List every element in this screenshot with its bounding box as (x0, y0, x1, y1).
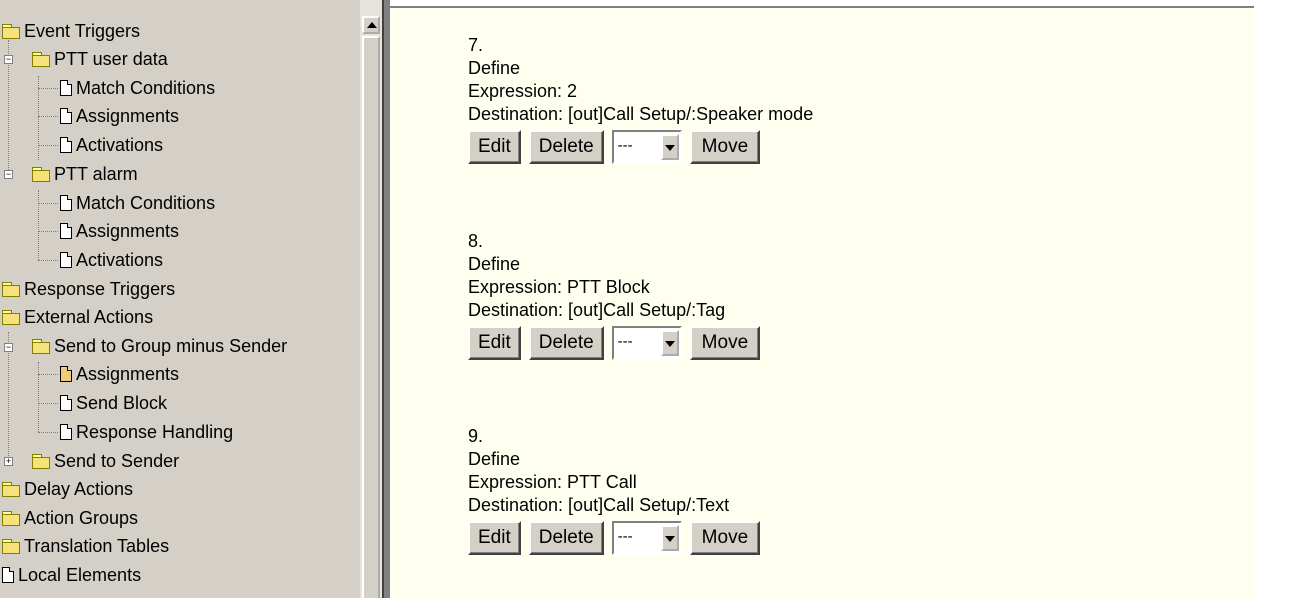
page-icon (60, 223, 72, 239)
entry-type: Define (468, 58, 521, 78)
page-icon (60, 137, 72, 153)
tree-item-assignments-selected[interactable]: Assignments (60, 360, 179, 388)
collapse-toggle-ptt-alarm[interactable]: − (4, 170, 13, 179)
dropdown-arrow-icon[interactable] (660, 134, 679, 160)
assignment-entry: 7. Define Expression: 2 Destination: [ou… (468, 34, 1068, 164)
tree-item-match-conditions[interactable]: Match Conditions (60, 189, 215, 217)
page-icon (60, 424, 72, 440)
page-icon (60, 108, 72, 124)
scroll-thumb[interactable] (362, 36, 380, 598)
entry-number: 7. (468, 35, 484, 55)
folder-icon (32, 339, 50, 354)
edit-button[interactable]: Edit (468, 130, 521, 164)
position-select-value: --- (617, 137, 633, 154)
delete-button[interactable]: Delete (528, 521, 604, 555)
entry-destination: Destination: [out]Call Setup/:Text (468, 495, 730, 515)
tree-item-send-to-group-minus-sender[interactable]: Send to Group minus Sender (32, 332, 287, 360)
tree-item-response-handling[interactable]: Response Handling (60, 418, 233, 446)
page-icon (60, 80, 72, 96)
tree-item-event-triggers[interactable]: Event Triggers (2, 17, 140, 45)
tree-item-translation-tables[interactable]: Translation Tables (2, 532, 169, 560)
entry-expression: Expression: 2 (468, 81, 578, 101)
folder-icon (2, 482, 20, 497)
move-button[interactable]: Move (689, 326, 761, 360)
tree-item-assignments[interactable]: Assignments (60, 217, 179, 245)
tree-item-activations[interactable]: Activations (60, 246, 163, 274)
delete-button[interactable]: Delete (528, 326, 604, 360)
folder-icon (2, 282, 20, 297)
position-select[interactable]: --- (611, 130, 682, 164)
position-select-value: --- (617, 333, 633, 350)
dropdown-arrow-icon[interactable] (660, 330, 679, 356)
folder-icon (2, 24, 20, 39)
expand-toggle-send-to-sender[interactable]: + (4, 457, 13, 466)
assignment-entry: 8. Define Expression: PTT Block Destinat… (468, 230, 1068, 360)
entry-type: Define (468, 254, 521, 274)
page-icon (2, 567, 14, 583)
delete-button[interactable]: Delete (528, 130, 604, 164)
tree-scrollbar[interactable] (360, 0, 382, 598)
tree-item-activations[interactable]: Activations (60, 131, 163, 159)
dropdown-arrow-icon[interactable] (660, 525, 679, 551)
tree-item-action-groups[interactable]: Action Groups (2, 504, 138, 532)
scroll-up-arrow-icon[interactable] (362, 16, 380, 34)
folder-icon (32, 52, 50, 67)
edit-button[interactable]: Edit (468, 521, 521, 555)
tree-item-response-triggers[interactable]: Response Triggers (2, 275, 175, 303)
move-button[interactable]: Move (689, 521, 761, 555)
entry-type: Define (468, 449, 521, 469)
move-button[interactable]: Move (689, 130, 761, 164)
page-icon (60, 395, 72, 411)
collapse-toggle-ptt-user-data[interactable]: − (4, 55, 13, 64)
entry-destination: Destination: [out]Call Setup/:Speaker mo… (468, 104, 814, 124)
entry-number: 8. (468, 231, 484, 251)
folder-icon (2, 511, 20, 526)
page-icon (60, 252, 72, 268)
tree-item-delay-actions[interactable]: Delay Actions (2, 475, 133, 503)
position-select-value: --- (617, 528, 633, 545)
assignment-entry: 9. Define Expression: PTT Call Destinati… (468, 425, 1068, 555)
tree-item-send-to-sender[interactable]: Send to Sender (32, 447, 179, 475)
folder-icon (32, 167, 50, 182)
folder-icon (2, 539, 20, 554)
entry-expression: Expression: PTT Call (468, 472, 637, 492)
tree-item-external-actions[interactable]: External Actions (2, 303, 153, 331)
tree-item-assignments[interactable]: Assignments (60, 102, 179, 130)
entry-number: 9. (468, 426, 484, 446)
entry-expression: Expression: PTT Block (468, 277, 650, 297)
position-select[interactable]: --- (611, 521, 682, 555)
edit-button[interactable]: Edit (468, 326, 521, 360)
position-select[interactable]: --- (611, 326, 682, 360)
collapse-toggle-send-to-group[interactable]: − (4, 343, 13, 352)
navigation-tree: − − − + Event Triggers PTT user data Mat… (0, 0, 360, 598)
page-icon (60, 366, 72, 382)
frame-divider[interactable] (382, 0, 390, 598)
tree-item-match-conditions[interactable]: Match Conditions (60, 74, 215, 102)
tree-item-ptt-user-data[interactable]: PTT user data (32, 45, 168, 73)
page-icon (60, 195, 72, 211)
tree-item-ptt-alarm[interactable]: PTT alarm (32, 160, 138, 188)
entry-destination: Destination: [out]Call Setup/:Tag (468, 300, 726, 320)
tree-item-local-elements[interactable]: Local Elements (2, 561, 141, 589)
assignments-content: 7. Define Expression: 2 Destination: [ou… (390, 8, 1254, 598)
folder-icon (2, 310, 20, 325)
tree-item-send-block[interactable]: Send Block (60, 389, 167, 417)
folder-icon (32, 454, 50, 469)
